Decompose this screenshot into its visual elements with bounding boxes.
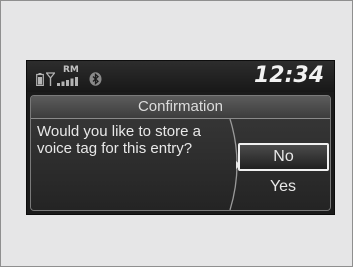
option-yes[interactable]: Yes <box>239 175 327 199</box>
battery-icon <box>36 73 44 86</box>
signal-bars-icon <box>57 77 78 86</box>
status-bar: RM 12:34 <box>27 61 334 92</box>
bluetooth-icon <box>89 72 102 86</box>
clock: 12:34 <box>253 63 324 88</box>
roaming-indicator: RM <box>63 65 79 75</box>
choice-list: No Yes <box>238 119 330 210</box>
option-no[interactable]: No <box>238 143 329 171</box>
antenna-icon <box>46 72 55 86</box>
figure-panel: RM 12:34 Confirmation Would you like to … <box>0 0 353 267</box>
dialog-message: Would you like to store a voice tag for … <box>37 123 201 157</box>
status-icons: RM <box>36 65 102 86</box>
dialog-body: Would you like to store a voice tag for … <box>31 119 330 210</box>
audio-display-screen: RM 12:34 Confirmation Would you like to … <box>26 60 335 215</box>
signal-strength: RM <box>57 65 83 86</box>
confirmation-dialog: Confirmation Would you like to store a v… <box>30 95 331 211</box>
dialog-title-bar: Confirmation <box>31 96 330 119</box>
dialog-title: Confirmation <box>137 98 224 115</box>
